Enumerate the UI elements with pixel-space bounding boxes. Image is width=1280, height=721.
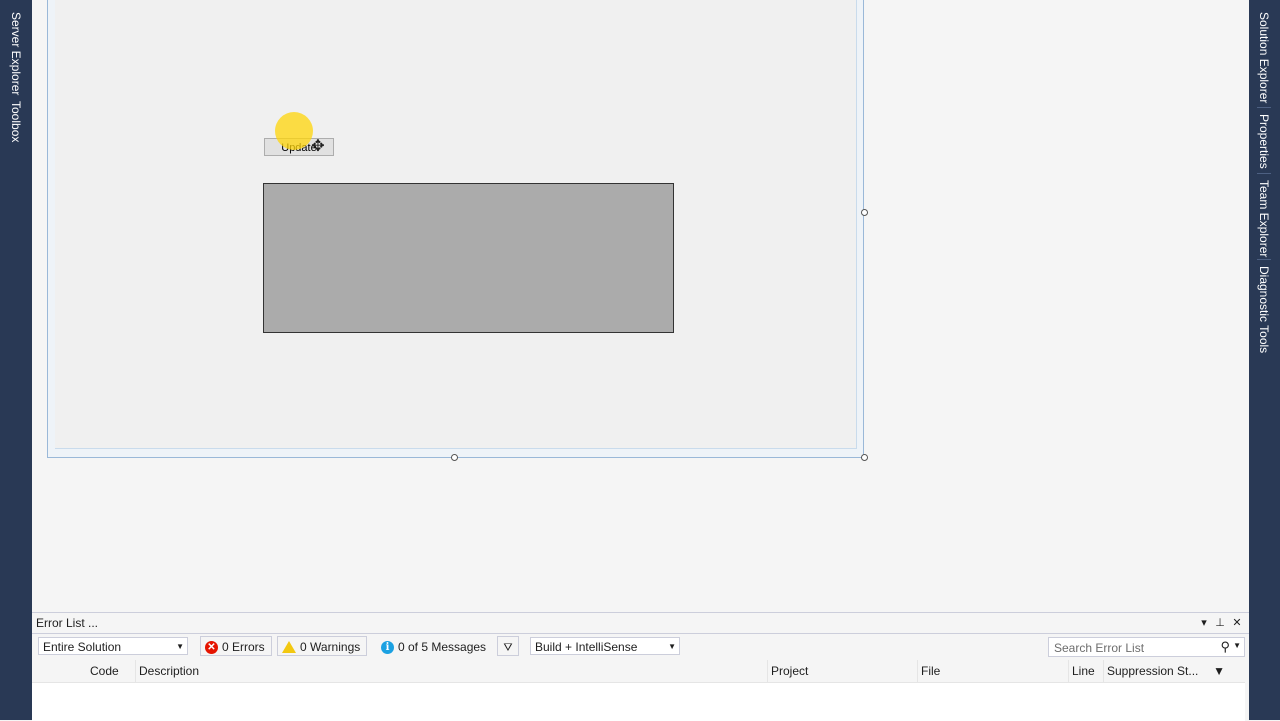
error-list-window: Error List ... ▾ ⊥ ✕ Entire Solution ▼ ✕…: [32, 612, 1249, 721]
warnings-filter-button[interactable]: 0 Warnings: [277, 636, 368, 656]
messages-count-label: 0 of 5 Messages: [398, 640, 487, 654]
description-header-label: Description: [139, 664, 200, 678]
warnings-count-label: 0 Warnings: [300, 640, 361, 654]
error-list-title: Error List ...: [36, 616, 99, 630]
filter-clear-icon: ⛛: [503, 642, 513, 654]
chevron-down-icon: ▼: [176, 642, 184, 651]
left-dock-strip: Server Explorer Toolbox: [0, 0, 32, 720]
resize-handle-bottom[interactable]: [451, 454, 458, 461]
column-header-line[interactable]: Line: [1068, 660, 1103, 682]
gray-panel-control[interactable]: [263, 183, 674, 333]
tab-divider: [1257, 173, 1271, 174]
properties-tab[interactable]: Properties: [1257, 114, 1271, 169]
close-icon[interactable]: ✕: [1230, 615, 1244, 631]
solution-explorer-tab[interactable]: Solution Explorer: [1257, 12, 1271, 103]
error-list-column-header: Code Description Project File Line Suppr…: [32, 660, 1245, 683]
clear-filter-button[interactable]: ⛛: [497, 636, 519, 656]
error-icon: ✕: [205, 641, 218, 655]
column-header-project[interactable]: Project: [767, 660, 917, 682]
team-explorer-tab[interactable]: Team Explorer: [1257, 180, 1271, 257]
column-header-code[interactable]: Code: [72, 660, 134, 682]
scope-dropdown[interactable]: Entire Solution ▼: [38, 637, 188, 655]
server-explorer-tab[interactable]: Server Explorer: [9, 12, 23, 95]
right-dock-strip: Solution Explorer Properties Team Explor…: [1249, 0, 1280, 720]
info-icon: i: [381, 641, 394, 655]
error-list-rows: [32, 683, 1245, 721]
suppression-header-label: Suppression St...: [1107, 664, 1199, 678]
diagnostic-tools-tab[interactable]: Diagnostic Tools: [1257, 266, 1271, 353]
form-designer-surface: Update ✥: [32, 0, 1249, 604]
warning-icon: [282, 640, 296, 653]
scope-dropdown-value: Entire Solution: [43, 640, 122, 654]
pin-icon[interactable]: ⊥: [1213, 615, 1227, 631]
resize-handle-bottom-right[interactable]: [861, 454, 868, 461]
tab-divider: [1257, 107, 1271, 108]
error-list-toolbar: Entire Solution ▼ ✕ 0 Errors 0 Warnings i…: [32, 634, 1249, 659]
line-header-label: Line: [1072, 664, 1095, 678]
filter-icon[interactable]: ▼: [1213, 660, 1225, 682]
errors-filter-button[interactable]: ✕ 0 Errors: [200, 636, 272, 656]
file-header-label: File: [921, 664, 941, 678]
form-window[interactable]: Update: [47, 0, 864, 458]
chevron-down-icon[interactable]: ▼: [1233, 641, 1241, 650]
messages-filter-button[interactable]: i 0 of 5 Messages: [376, 636, 494, 656]
move-cursor-icon: ✥: [311, 138, 325, 155]
errors-count-label: 0 Errors: [222, 640, 265, 654]
toolbox-tab[interactable]: Toolbox: [9, 101, 23, 142]
search-icon[interactable]: ⚲: [1220, 639, 1230, 655]
column-sort-indicator[interactable]: [32, 660, 72, 682]
window-menu-dropdown-icon[interactable]: ▾: [1197, 615, 1211, 631]
build-source-dropdown[interactable]: Build + IntelliSense ▼: [530, 637, 680, 655]
tab-divider: [1257, 259, 1271, 260]
form-client-area: Update: [55, 0, 857, 449]
chevron-down-icon: ▼: [668, 642, 676, 651]
column-header-suppression[interactable]: Suppression St... ▼: [1103, 660, 1245, 682]
error-list-titlebar: Error List ... ▾ ⊥ ✕: [32, 613, 1249, 634]
column-header-description[interactable]: Description: [135, 660, 767, 682]
search-error-list-box[interactable]: ⚲ ▼: [1048, 637, 1245, 657]
build-source-value: Build + IntelliSense: [535, 640, 638, 654]
search-error-list-input[interactable]: [1052, 639, 1216, 657]
resize-handle-right[interactable]: [861, 209, 868, 216]
project-header-label: Project: [771, 664, 809, 678]
code-header-label: Code: [90, 664, 119, 678]
column-header-file[interactable]: File: [917, 660, 1068, 682]
